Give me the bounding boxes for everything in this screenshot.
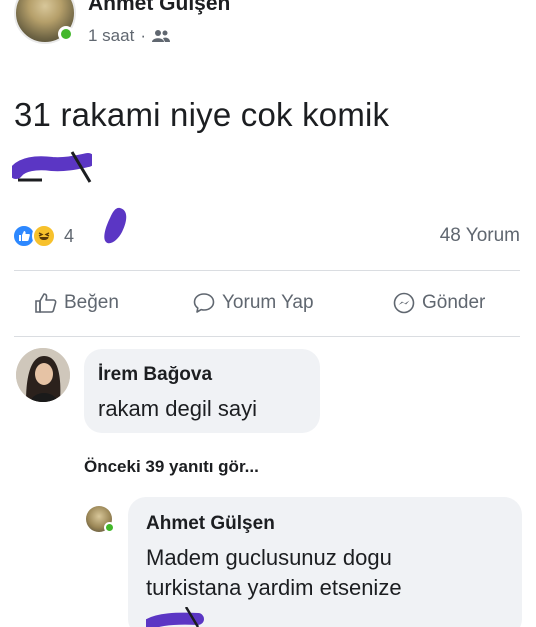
post-meta: 1 saat · [88, 26, 170, 46]
comment-bubble-icon [193, 293, 215, 313]
profile-photo-icon [16, 348, 70, 402]
like-button-label: Beğen [64, 292, 119, 313]
messenger-icon [393, 292, 415, 314]
online-status-icon [104, 522, 115, 533]
send-button[interactable]: Gönder [392, 291, 485, 315]
post-text: 31 rakami niye cok komik [14, 96, 390, 133]
post-actions-bar: Beğen Yorum Yap Gönder [0, 283, 536, 323]
view-previous-replies-link[interactable]: Önceki 39 yanıtı gör... [84, 457, 259, 477]
comment-button[interactable]: Yorum Yap [192, 291, 314, 315]
like-button[interactable]: Beğen [34, 291, 119, 315]
thumbs-up-icon [35, 293, 57, 313]
comment-author[interactable]: İrem Bağova [98, 364, 212, 386]
redaction-scribble [12, 151, 92, 183]
reply-text-line2: turkistana yardim etsenize [146, 575, 402, 600]
redaction-scribble [146, 607, 204, 627]
commenter-avatar[interactable] [16, 348, 70, 402]
divider [14, 270, 520, 271]
reaction-count: 4 [64, 225, 75, 246]
post-author-name[interactable]: Ahmet Gülşen [88, 0, 230, 16]
haha-reaction-icon [32, 224, 56, 248]
reply-text-line1: Madem guclusunuz dogu [146, 545, 392, 570]
redaction-blob [104, 207, 127, 244]
reply-bubble: Ahmet Gülşen Madem guclusunuz dogu turki… [128, 497, 522, 627]
comment-text: rakam degil sayi [98, 396, 257, 421]
divider [14, 336, 520, 337]
post-header: Ahmet Gülşen 1 saat · [14, 0, 524, 62]
send-button-label: Gönder [422, 292, 486, 313]
post-time[interactable]: 1 saat [88, 26, 134, 46]
friends-audience-icon[interactable] [151, 29, 170, 43]
comments-count-link[interactable]: 48 Yorum [440, 225, 520, 247]
meta-separator: · [140, 26, 146, 45]
reply-author[interactable]: Ahmet Gülşen [146, 513, 275, 535]
reactions-summary[interactable]: 4 [12, 224, 74, 248]
online-status-icon [58, 26, 74, 42]
comment-button-label: Yorum Yap [222, 292, 314, 313]
comment-bubble: İrem Bağova rakam degil sayi [84, 349, 320, 433]
